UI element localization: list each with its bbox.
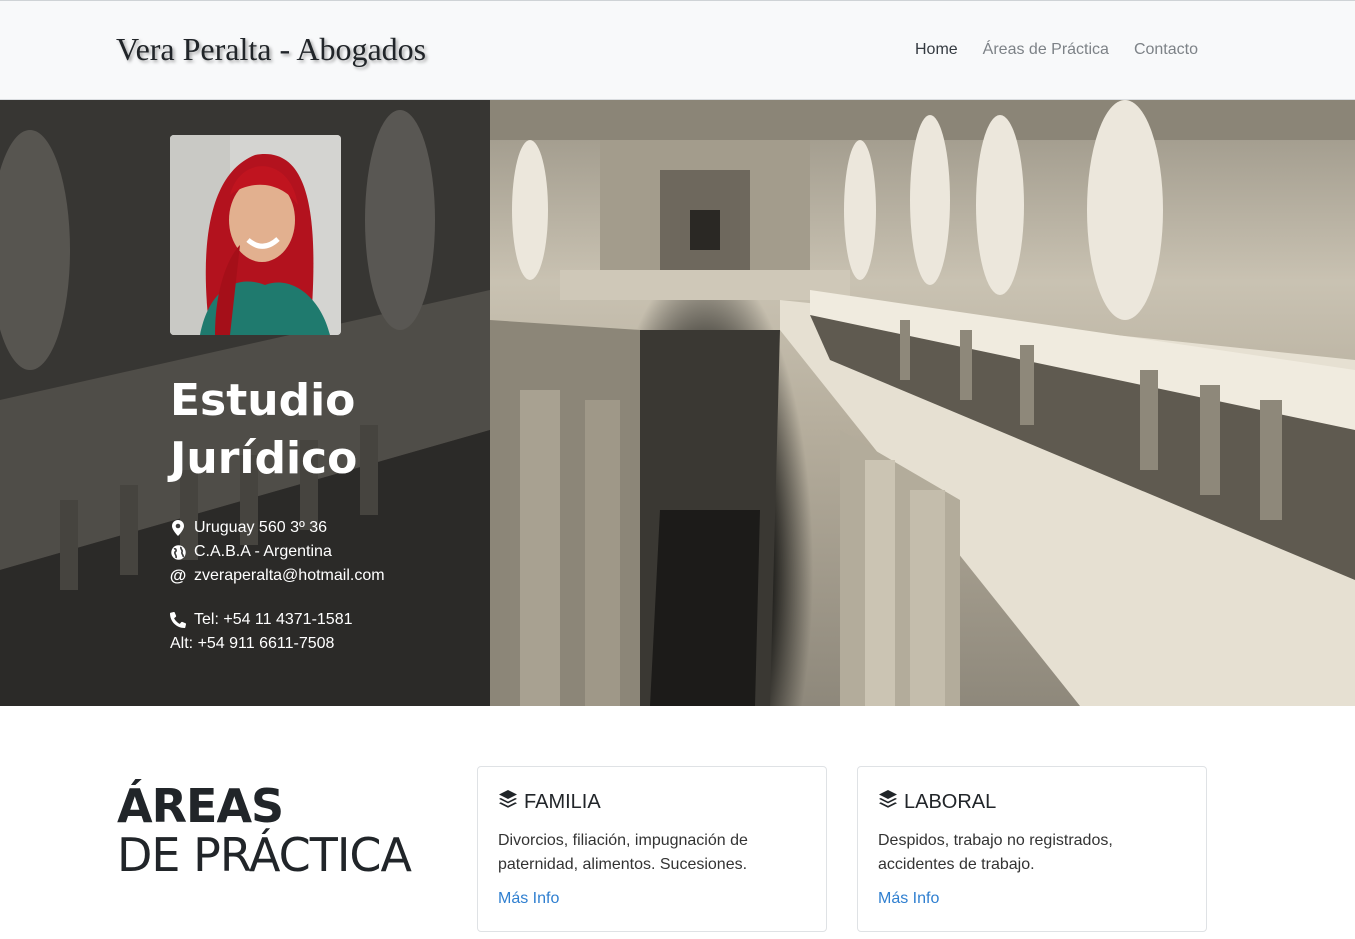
hero: Estudio Jurídico Uruguay 560 3º 36 C.A.B… bbox=[0, 100, 1355, 706]
navbar: Vera Peralta - Abogados Home Áreas de Pr… bbox=[0, 0, 1355, 100]
card-familia-header: FAMILIA bbox=[498, 789, 806, 815]
card-familia-text: Divorcios, filiación, impugnación de pat… bbox=[498, 832, 748, 873]
layers-icon bbox=[878, 789, 898, 815]
contact-phone-row: Tel: +54 11 4371-1581 bbox=[170, 608, 385, 632]
nav-home[interactable]: Home bbox=[915, 41, 958, 59]
contact-info: Uruguay 560 3º 36 C.A.B.A - Argentina @ … bbox=[170, 516, 385, 656]
main-nav: Home Áreas de Práctica Contacto bbox=[915, 41, 1198, 59]
nav-contact[interactable]: Contacto bbox=[1134, 41, 1198, 59]
profile-photo bbox=[170, 135, 341, 335]
contact-alt-phone-row: Alt: +54 911 6611-7508 bbox=[170, 632, 385, 656]
at-icon: @ bbox=[169, 566, 187, 585]
contact-phone[interactable]: Tel: +54 11 4371-1581 bbox=[194, 608, 353, 632]
card-laboral-more-link[interactable]: Más Info bbox=[878, 890, 939, 908]
globe-icon bbox=[170, 544, 186, 560]
phone-icon bbox=[170, 612, 186, 628]
card-laboral: LABORAL Despidos, trabajo no registrados… bbox=[857, 766, 1207, 932]
card-laboral-header: LABORAL bbox=[878, 789, 1186, 815]
layers-icon bbox=[498, 789, 518, 815]
contact-email-row: @ zveraperalta@hotmail.com bbox=[170, 564, 385, 588]
card-familia-more-link[interactable]: Más Info bbox=[498, 890, 559, 908]
areas-heading-rest: DE PRÁCTICA bbox=[117, 828, 412, 882]
contact-address: Uruguay 560 3º 36 bbox=[194, 519, 328, 536]
card-laboral-title: LABORAL bbox=[904, 790, 997, 813]
card-familia: FAMILIA Divorcios, filiación, impugnació… bbox=[477, 766, 827, 932]
nav-areas[interactable]: Áreas de Práctica bbox=[983, 41, 1109, 59]
hero-title-line1: Estudio bbox=[170, 375, 356, 426]
areas-heading: ÁREAS DE PRÁCTICA bbox=[117, 779, 412, 882]
card-familia-title: FAMILIA bbox=[524, 790, 601, 813]
map-marker-icon bbox=[170, 520, 186, 536]
areas-heading-bold: ÁREAS bbox=[117, 779, 284, 833]
contact-address-row: Uruguay 560 3º 36 bbox=[170, 516, 385, 540]
brand-logo-link[interactable]: Vera Peralta - Abogados bbox=[116, 31, 426, 68]
card-laboral-text: Despidos, trabajo no registrados, accide… bbox=[878, 832, 1113, 873]
hero-title-line2: Jurídico bbox=[170, 433, 358, 484]
contact-alt-phone[interactable]: Alt: +54 911 6611-7508 bbox=[170, 632, 334, 656]
hero-title: Estudio Jurídico bbox=[170, 372, 470, 488]
contact-city: C.A.B.A - Argentina bbox=[194, 543, 332, 560]
contact-email[interactable]: zveraperalta@hotmail.com bbox=[194, 564, 385, 588]
contact-city-row: C.A.B.A - Argentina bbox=[170, 540, 385, 564]
